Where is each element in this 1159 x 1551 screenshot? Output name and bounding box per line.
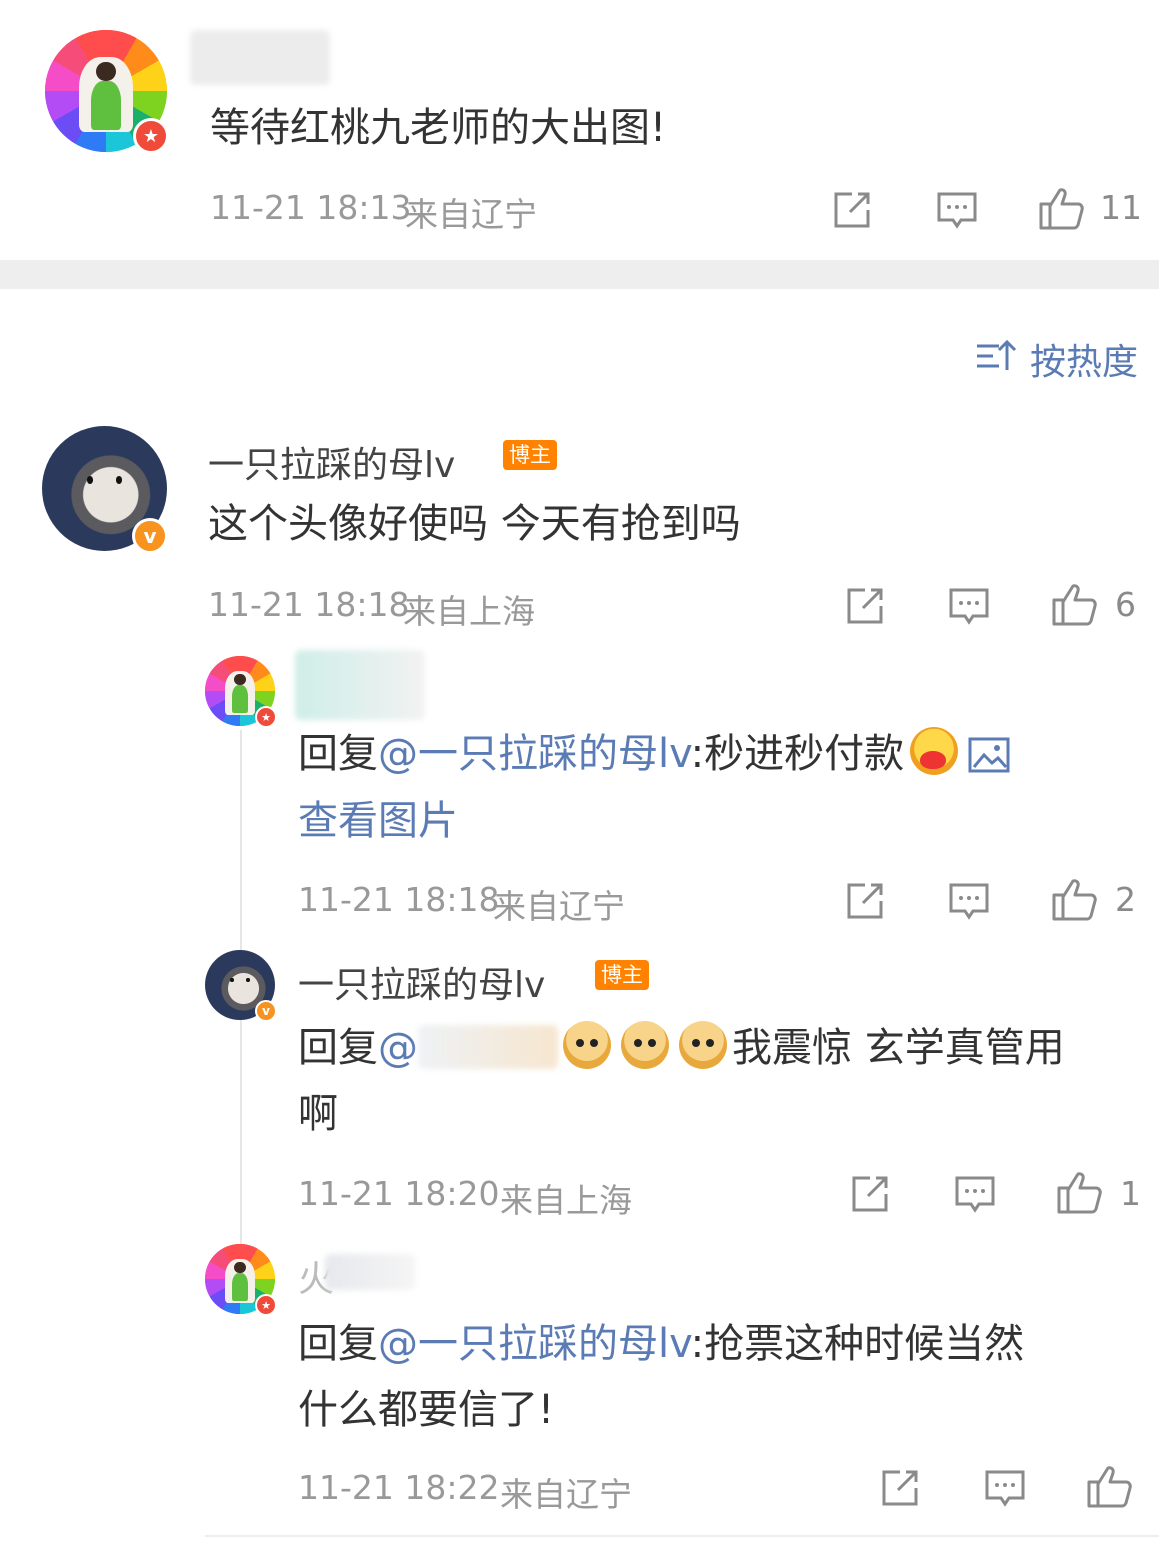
reply-body: :秒进秒付款: [690, 731, 905, 777]
hug-emoji-icon: [910, 727, 959, 775]
reply-text-continued: 啊: [298, 1091, 338, 1137]
avatar[interactable]: ★: [205, 656, 277, 728]
comment-icon[interactable]: [983, 1466, 1027, 1510]
reply-prefix: 回复: [298, 1321, 378, 1367]
reply-time: 11-21 18:18: [298, 880, 500, 919]
share-icon[interactable]: [878, 1466, 922, 1510]
reply-time: 11-21 18:20: [298, 1174, 500, 1213]
avatar[interactable]: ★: [205, 1244, 277, 1316]
comment-location: 来自上海: [403, 592, 535, 631]
like-count: 1: [1120, 1174, 1141, 1213]
comment-text: 这个头像好使吗 今天有抢到吗: [208, 501, 741, 547]
reply-location: 来自辽宁: [500, 1475, 632, 1514]
mention-blurred: [418, 1025, 558, 1069]
like-icon[interactable]: [1037, 184, 1085, 232]
comment-icon[interactable]: [947, 584, 991, 628]
section-divider: [0, 260, 1159, 289]
comment-icon[interactable]: [947, 879, 991, 923]
reply-text-continued: 什么都要信了!: [298, 1387, 555, 1433]
sort-icon[interactable]: [975, 338, 1017, 374]
comment-icon[interactable]: [953, 1172, 997, 1216]
author-tag: 博主: [595, 960, 649, 990]
like-icon[interactable]: [1050, 580, 1098, 628]
reply-body: 我震惊 玄学真管用: [732, 1025, 1065, 1071]
dog-emoji-icon: [679, 1021, 727, 1069]
mention-link[interactable]: @一只拉踩的母lv: [378, 1321, 691, 1367]
dog-emoji-icon: [563, 1021, 611, 1069]
reply-text: 回复@一只拉踩的母lv:抢票这种时候当然: [298, 1316, 1024, 1372]
author-tag: 博主: [503, 440, 557, 470]
image-icon[interactable]: [968, 737, 1010, 773]
star-badge-icon: ★: [255, 706, 277, 728]
star-badge-icon: ★: [133, 118, 169, 154]
comment-location: 来自辽宁: [405, 195, 537, 234]
reply-text: 回复@ 我震惊 玄学真管用: [298, 1020, 1065, 1076]
avatar[interactable]: v: [42, 426, 168, 554]
verified-badge-icon: v: [132, 518, 168, 554]
verified-badge-icon: v: [255, 1000, 277, 1022]
reply-text: 回复@一只拉踩的母lv:秒进秒付款: [298, 726, 1010, 782]
like-count: 11: [1100, 188, 1142, 227]
comment-text: 等待红桃九老师的大出图!: [210, 105, 667, 151]
sort-label[interactable]: 按热度: [1030, 333, 1138, 385]
mention-link[interactable]: @一只拉踩的母lv: [378, 731, 691, 777]
reply-location: 来自上海: [500, 1181, 632, 1220]
mention-link[interactable]: @: [378, 1025, 418, 1071]
username-blurred[interactable]: [190, 30, 330, 85]
username[interactable]: 一只拉踩的母lv: [298, 956, 545, 1008]
dog-emoji-icon: [621, 1021, 669, 1069]
share-icon[interactable]: [848, 1172, 892, 1216]
comment-time: 11-21 18:18: [208, 585, 410, 624]
share-icon[interactable]: [843, 879, 887, 923]
avatar[interactable]: v: [205, 950, 277, 1022]
reply-prefix: 回复: [298, 1025, 378, 1071]
reply-location: 来自辽宁: [493, 887, 625, 926]
view-image-link[interactable]: 查看图片: [298, 793, 458, 849]
reply-body: :抢票这种时候当然: [690, 1321, 1025, 1367]
username-blurred[interactable]: [325, 1254, 415, 1290]
username[interactable]: 一只拉踩的母lv: [208, 436, 455, 488]
reply-time: 11-21 18:22: [298, 1468, 500, 1507]
like-icon[interactable]: [1050, 875, 1098, 923]
like-icon[interactable]: [1055, 1168, 1103, 1216]
avatar[interactable]: ★: [45, 30, 169, 154]
like-icon[interactable]: [1085, 1462, 1133, 1510]
share-icon[interactable]: [843, 584, 887, 628]
comment-icon[interactable]: [935, 188, 979, 232]
bottom-divider: [205, 1535, 1159, 1537]
username-blurred[interactable]: [295, 650, 425, 720]
reply-prefix: 回复: [298, 731, 378, 777]
star-badge-icon: ★: [255, 1294, 277, 1316]
like-count: 2: [1115, 880, 1136, 919]
comment-time: 11-21 18:13: [210, 188, 412, 227]
share-icon[interactable]: [830, 188, 874, 232]
like-count: 6: [1115, 585, 1136, 624]
